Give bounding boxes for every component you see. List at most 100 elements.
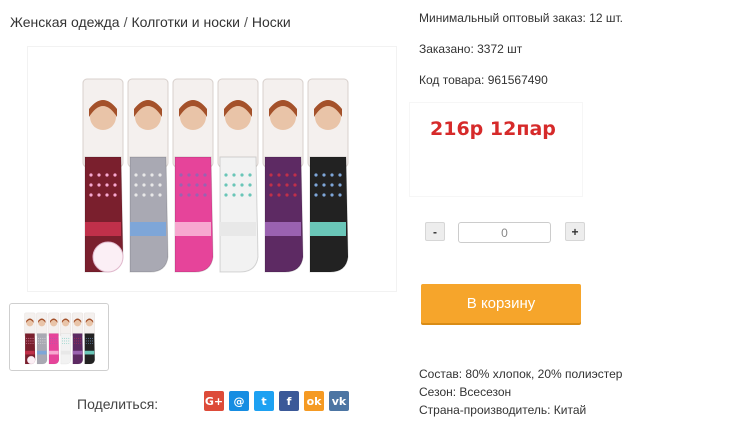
sock-dot <box>322 193 326 197</box>
sock-dot <box>85 343 87 345</box>
breadcrumb-item-tights-socks[interactable]: Колготки и носки <box>131 14 240 30</box>
sock-dot <box>134 183 138 187</box>
sock-dot <box>97 183 101 187</box>
sock-dot <box>285 183 289 187</box>
sock-dot <box>26 343 28 345</box>
sock-dot <box>56 343 58 345</box>
sock-dot <box>89 183 93 187</box>
sock-dot <box>105 193 109 197</box>
price-box: 216р 12пар <box>410 103 582 196</box>
sock-dot <box>240 173 244 177</box>
sock-dot <box>62 343 63 345</box>
sock-dot <box>158 183 162 187</box>
sock-dot <box>195 183 199 187</box>
sock-dot <box>248 183 252 187</box>
twitter-icon[interactable]: t <box>254 391 274 411</box>
share-label: Поделиться: <box>77 396 159 412</box>
sock-dot <box>26 340 28 342</box>
country-text: Страна-производитель: Китай <box>419 403 587 417</box>
sock-dot <box>32 340 34 342</box>
vkontakte-icon[interactable]: vk <box>329 391 349 411</box>
facebook-icon[interactable]: f <box>279 391 299 411</box>
google-plus-icon[interactable]: G+ <box>204 391 224 411</box>
sock-dot <box>78 343 80 345</box>
sock-dot <box>87 343 89 345</box>
sock-dot <box>68 337 70 339</box>
sock-dot <box>42 337 44 339</box>
sock-dot <box>28 337 30 339</box>
sock-stripe <box>220 222 256 236</box>
sock-dot <box>38 340 40 342</box>
sock-dot <box>203 173 207 177</box>
sock-dot <box>40 343 42 345</box>
breadcrumb-item-womens-clothing[interactable]: Женская одежда <box>10 14 120 30</box>
sock-dot <box>187 183 191 187</box>
sock-dot <box>232 183 236 187</box>
sock-stripe <box>310 222 346 236</box>
sock-dot <box>76 337 77 339</box>
sock-dot <box>64 343 65 345</box>
socks-illustration <box>82 78 349 273</box>
sock-dot <box>322 173 326 177</box>
sock-dot <box>32 337 34 339</box>
mail-icon[interactable]: @ <box>229 391 249 411</box>
sock-dot <box>158 193 162 197</box>
sock-dot <box>158 173 162 177</box>
sock-dot <box>97 193 101 197</box>
quantity-decrease-button[interactable]: - <box>425 222 445 241</box>
sock-dot <box>56 337 58 339</box>
sock-dot <box>248 193 252 197</box>
product-code-text: Код товара: 961567490 <box>419 73 548 87</box>
sock-dot <box>240 193 244 197</box>
thumbnail-illustration <box>24 312 95 365</box>
sock-dot <box>32 343 34 345</box>
sock-dot <box>293 193 297 197</box>
add-to-cart-button[interactable]: В корзину <box>421 284 581 323</box>
sock-dot <box>64 337 65 339</box>
sock-dot <box>187 173 191 177</box>
product-photo[interactable] <box>27 46 397 292</box>
sock-dot <box>285 193 289 197</box>
sock-dot <box>150 183 154 187</box>
sock-dot <box>89 173 93 177</box>
sock-dot <box>26 337 28 339</box>
sock-dot <box>142 173 146 177</box>
sock-dot <box>224 193 228 197</box>
sock-dot <box>85 337 87 339</box>
sock-dot <box>28 340 30 342</box>
sock-dot <box>76 343 77 345</box>
sock-dot <box>73 343 75 345</box>
sock-dot <box>52 343 54 345</box>
sock-stripe <box>84 350 95 355</box>
sock-dot <box>68 340 70 342</box>
product-thumbnail[interactable] <box>9 303 109 371</box>
sock-dot <box>232 173 236 177</box>
sock-stripe <box>175 222 211 236</box>
sock-stripe <box>60 350 71 355</box>
sock-stripe <box>72 350 83 355</box>
sock-dot <box>277 173 281 177</box>
ordered-count-text: Заказано: 3372 шт <box>419 42 523 56</box>
sock-dot <box>42 343 44 345</box>
sock-dot <box>113 193 117 197</box>
sock-dot <box>30 337 32 339</box>
sock-dot <box>30 340 32 342</box>
odnoklassniki-icon[interactable]: ok <box>304 391 324 411</box>
flower-badge <box>92 241 124 273</box>
sock-dot <box>85 340 87 342</box>
sock-dot <box>38 337 40 339</box>
sock-dot <box>179 173 183 177</box>
sock-dot <box>113 183 117 187</box>
sock-dot <box>44 340 46 342</box>
sock-dot <box>195 193 199 197</box>
sock-dot <box>277 193 281 197</box>
sock-stripe <box>48 350 59 355</box>
quantity-increase-button[interactable]: + <box>565 222 585 241</box>
breadcrumb-item-socks[interactable]: Носки <box>252 14 291 30</box>
sock-dot <box>52 337 54 339</box>
sock-dot <box>92 337 94 339</box>
sock-dot <box>97 173 101 177</box>
quantity-input[interactable] <box>458 222 551 243</box>
sock-dot <box>338 173 342 177</box>
sock-dot <box>90 340 91 342</box>
